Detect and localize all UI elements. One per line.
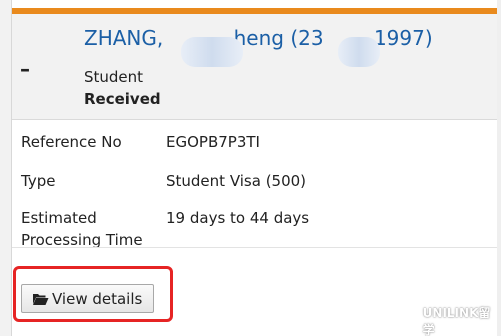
redacted-name-blur [181,37,243,67]
processing-time-label: Estimated Processing Time [21,209,143,249]
applicant-type: Student [84,68,144,86]
page-right-border [497,0,501,336]
view-details-label: View details [52,289,143,308]
watermark: UNILINK留学 [398,304,501,336]
card-header[interactable]: – ZHANG, heng (23 1997) Student Received [12,14,497,120]
type-value: Student Visa (500) [166,172,307,190]
minus-icon[interactable]: – [20,59,30,79]
type-label: Type [21,172,56,190]
application-status: Received [84,90,161,108]
redacted-birth-blur [338,37,380,67]
watermark-text: UNILINK留学 [422,306,491,336]
view-details-button[interactable]: View details [21,284,154,313]
section-divider [12,247,497,248]
reference-label: Reference No [21,133,122,151]
applicant-name[interactable]: ZHANG, heng (23 1997) [84,26,433,50]
application-card: – ZHANG, heng (23 1997) Student Received… [12,0,497,336]
wechat-icon [398,314,417,328]
processing-time-value: 19 days to 44 days [166,209,310,227]
page-left-border [0,0,12,336]
folder-open-icon [33,293,49,305]
reference-value: EGOPB7P3TI [166,133,260,151]
